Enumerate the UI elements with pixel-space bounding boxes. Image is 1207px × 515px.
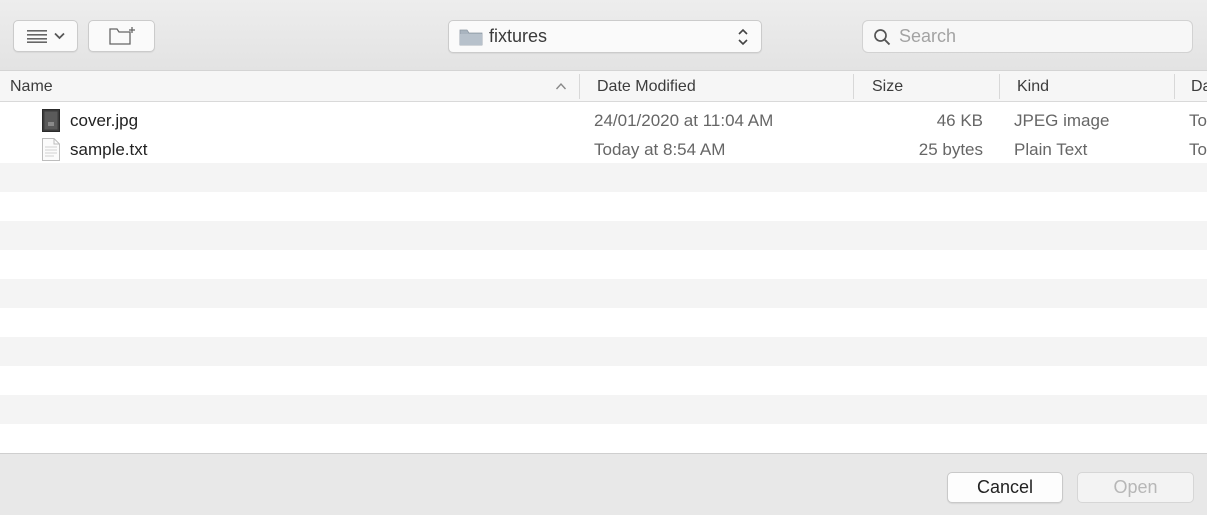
column-divider[interactable] bbox=[999, 74, 1000, 99]
column-header-size[interactable]: Size bbox=[872, 71, 992, 102]
file-date-modified: Today at 8:54 AM bbox=[594, 139, 726, 159]
column-divider[interactable] bbox=[853, 74, 854, 99]
list-stripe bbox=[0, 192, 1207, 221]
list-stripe bbox=[0, 337, 1207, 366]
location-label: fixtures bbox=[489, 26, 548, 46]
open-file-dialog: fixtures Name Date Modified Size bbox=[0, 0, 1207, 515]
column-header-date-modified-label: Date Modified bbox=[597, 77, 696, 95]
chevron-down-icon bbox=[53, 32, 65, 40]
file-size: 46 KB bbox=[936, 110, 983, 130]
text-file-icon bbox=[42, 138, 60, 161]
search-field[interactable] bbox=[862, 20, 1193, 53]
file-kind: JPEG image bbox=[1014, 110, 1110, 130]
file-name: cover.jpg bbox=[70, 110, 139, 130]
location-dropdown[interactable]: fixtures bbox=[448, 20, 762, 53]
search-input[interactable] bbox=[899, 26, 1179, 47]
file-size: 25 bytes bbox=[918, 139, 983, 159]
file-row-sample-txt[interactable]: sample.txt Today at 8:54 AM 25 bytes Pla… bbox=[0, 135, 1207, 164]
column-divider[interactable] bbox=[579, 74, 580, 99]
column-header-bar: Name Date Modified Size Kind Da bbox=[0, 70, 1207, 102]
column-header-kind[interactable]: Kind bbox=[1017, 71, 1167, 102]
new-folder-button[interactable] bbox=[88, 20, 155, 52]
file-name: sample.txt bbox=[70, 139, 148, 159]
list-view-icon bbox=[26, 30, 47, 43]
cancel-button[interactable]: Cancel bbox=[947, 472, 1063, 503]
list-stripe bbox=[0, 250, 1207, 279]
list-stripe bbox=[0, 395, 1207, 424]
file-list[interactable]: cover.jpg 24/01/2020 at 11:04 AM 46 KB J… bbox=[0, 102, 1207, 453]
file-kind: Plain Text bbox=[1014, 139, 1088, 159]
file-row-cover-jpg[interactable]: cover.jpg 24/01/2020 at 11:04 AM 46 KB J… bbox=[0, 106, 1207, 135]
column-header-kind-label: Kind bbox=[1017, 77, 1050, 95]
search-icon bbox=[874, 28, 891, 45]
column-header-date-added[interactable]: Da bbox=[1191, 71, 1207, 102]
sort-ascending-icon bbox=[555, 82, 567, 90]
updown-chevron-icon bbox=[738, 28, 748, 46]
column-header-date-modified[interactable]: Date Modified bbox=[597, 71, 847, 102]
list-stripe bbox=[0, 163, 1207, 192]
column-header-date-added-label: Da bbox=[1191, 77, 1207, 95]
file-date-added: To bbox=[1189, 110, 1207, 130]
list-stripe bbox=[0, 366, 1207, 395]
new-folder-icon bbox=[108, 27, 135, 45]
image-file-icon bbox=[42, 109, 60, 132]
list-stripe bbox=[0, 308, 1207, 337]
column-header-size-label: Size bbox=[872, 77, 904, 95]
column-header-name[interactable]: Name bbox=[10, 71, 570, 102]
file-date-modified: 24/01/2020 at 11:04 AM bbox=[594, 110, 774, 130]
view-options-button[interactable] bbox=[13, 20, 78, 52]
folder-icon bbox=[459, 28, 483, 46]
open-button[interactable]: Open bbox=[1077, 472, 1194, 503]
column-header-name-label: Name bbox=[10, 77, 53, 95]
list-stripe bbox=[0, 424, 1207, 453]
list-stripe bbox=[0, 221, 1207, 250]
list-stripe bbox=[0, 279, 1207, 308]
toolbar: fixtures bbox=[0, 0, 1207, 70]
dialog-footer: Cancel Open bbox=[0, 453, 1207, 515]
file-date-added: To bbox=[1189, 139, 1207, 159]
column-divider[interactable] bbox=[1174, 74, 1175, 99]
